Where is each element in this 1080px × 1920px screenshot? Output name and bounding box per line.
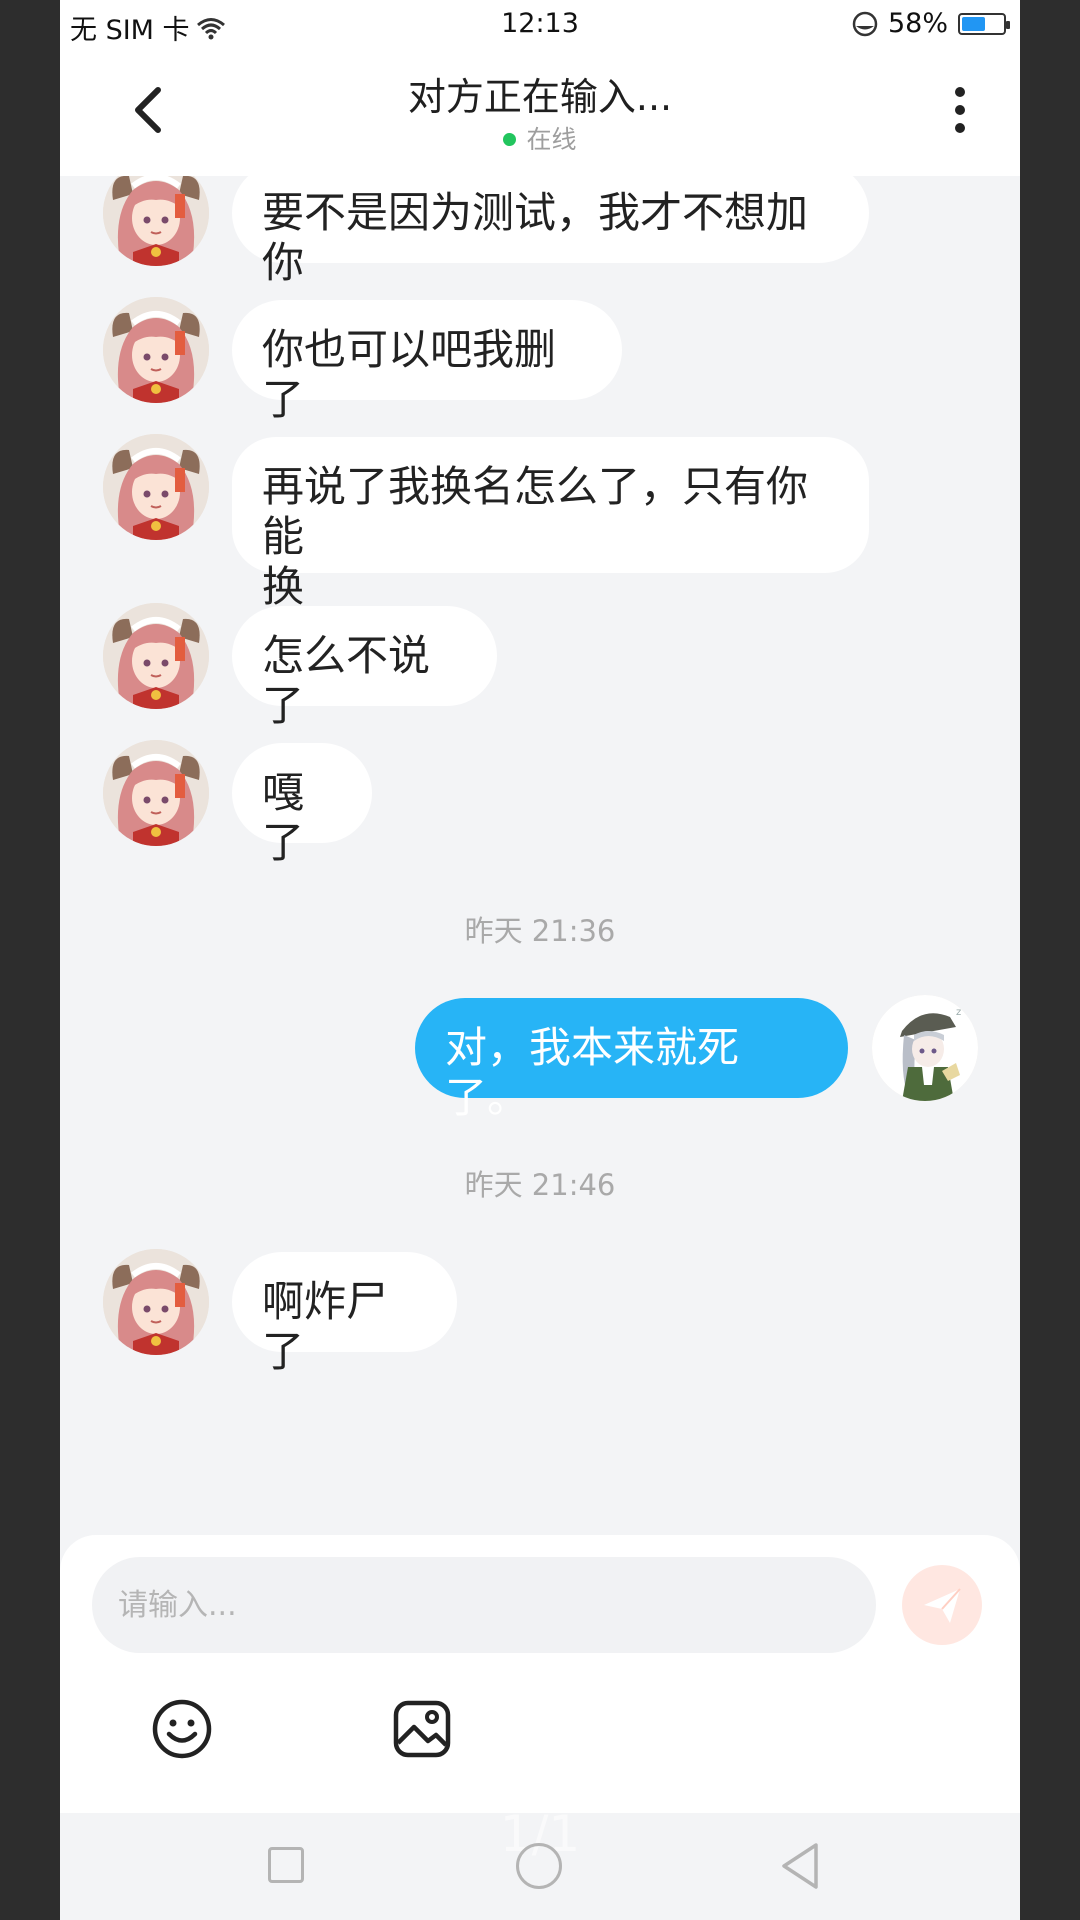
- back-triangle-icon[interactable]: [778, 1841, 822, 1891]
- contact-avatar[interactable]: [103, 176, 209, 266]
- more-vertical-icon: [955, 87, 965, 133]
- message-bubble[interactable]: 怎么不说了: [232, 606, 497, 730]
- smiley-icon: [152, 1699, 212, 1759]
- system-nav-bar: 1/1: [60, 1805, 1020, 1920]
- send-icon: [924, 1588, 961, 1623]
- online-status: 在线: [60, 120, 1020, 156]
- send-button[interactable]: [902, 1565, 982, 1645]
- home-circle-icon[interactable]: [516, 1843, 562, 1889]
- message-list[interactable]: 我现在的名字是我的一个朋友要不是因为测试，我才不想加你你也可以吧我删了再说了我换…: [60, 176, 1020, 1536]
- incoming-message: 要不是因为测试，我才不想加你: [60, 176, 1020, 287]
- contact-avatar[interactable]: [103, 1249, 209, 1355]
- my-avatar[interactable]: zz: [872, 995, 978, 1101]
- contact-avatar[interactable]: [103, 740, 209, 846]
- more-options-button[interactable]: [940, 80, 980, 140]
- message-bubble[interactable]: 嘎了: [232, 743, 372, 867]
- battery-percent: 58%: [887, 8, 948, 39]
- data-saver-icon: [852, 11, 878, 36]
- emoji-button[interactable]: [150, 1697, 214, 1761]
- contact-avatar[interactable]: [103, 297, 209, 403]
- chat-screen: 无 SIM 卡 12:13 58% 对方正在输入... 在线 要不是因为测试，我…: [60, 0, 1020, 1920]
- status-right: 58%: [852, 8, 1010, 39]
- svg-text:z: z: [956, 1007, 961, 1018]
- incoming-message: 嘎了: [60, 740, 1020, 867]
- chat-header: 对方正在输入... 在线: [60, 50, 1020, 176]
- online-dot-icon: [503, 133, 517, 146]
- message-bubble[interactable]: 你也可以吧我删了: [232, 300, 622, 424]
- composer-panel: [60, 1535, 1020, 1813]
- message-bubble[interactable]: 要不是因为测试，我才不想加你: [232, 176, 869, 287]
- message-input[interactable]: [92, 1557, 876, 1653]
- message-bubble[interactable]: 再说了我换名怎么了，只有你能 换: [232, 437, 869, 611]
- online-status-label: 在线: [526, 125, 577, 154]
- outgoing-message: z z 对，我本来就死了。: [60, 995, 1020, 1122]
- contact-avatar[interactable]: [103, 603, 209, 709]
- image-button[interactable]: [390, 1697, 454, 1761]
- battery-icon: [958, 12, 1010, 35]
- incoming-message: 怎么不说了: [60, 603, 1020, 730]
- timestamp-separator: 昨天 21:36: [464, 914, 616, 948]
- battery-fill: [962, 16, 986, 31]
- svg-text:z: z: [962, 1000, 966, 1009]
- incoming-message: 你也可以吧我删了: [60, 297, 1020, 424]
- contact-avatar[interactable]: [103, 434, 209, 540]
- message-bubble[interactable]: 对，我本来就死了。: [415, 998, 848, 1122]
- message-bubble[interactable]: 啊炸尸了: [232, 1252, 457, 1376]
- recents-square-icon[interactable]: [268, 1847, 304, 1883]
- battery-nub: [1006, 20, 1010, 29]
- incoming-message: 啊炸尸了: [60, 1249, 1020, 1376]
- timestamp-separator: 昨天 21:46: [464, 1168, 616, 1202]
- status-bar: 无 SIM 卡 12:13 58%: [60, 0, 1020, 50]
- image-icon: [393, 1700, 451, 1758]
- page-title: 对方正在输入...: [407, 75, 673, 119]
- incoming-message: 再说了我换名怎么了，只有你能 换: [60, 434, 1020, 611]
